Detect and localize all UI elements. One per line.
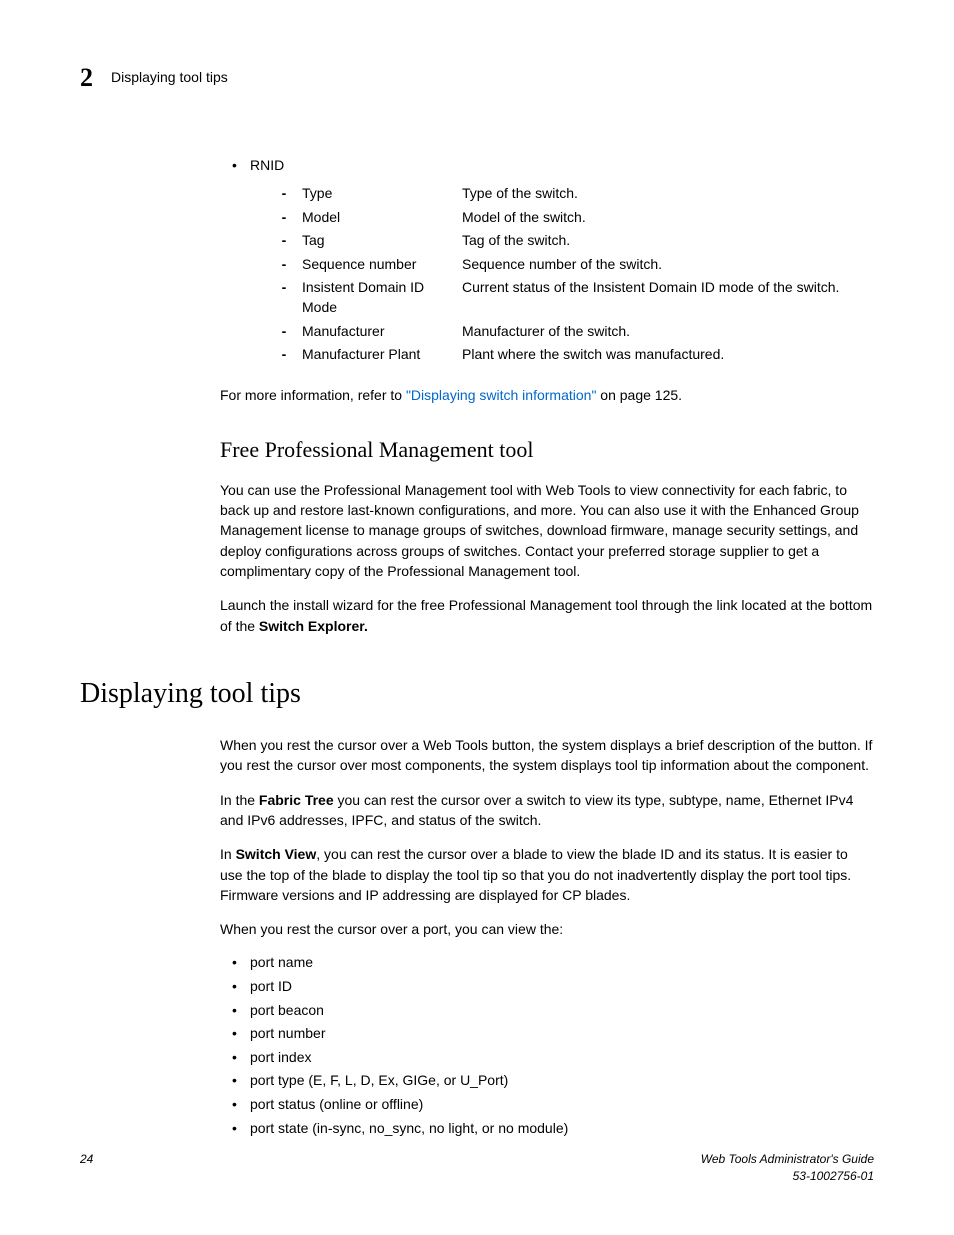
list-item: port index: [250, 1048, 874, 1068]
field-desc: Model of the switch.: [462, 208, 874, 228]
switch-explorer-label: Switch Explorer.: [259, 618, 368, 634]
field-desc: Tag of the switch.: [462, 231, 874, 251]
tips-p4: When you rest the cursor over a port, yo…: [220, 919, 874, 939]
dash-icon: -: [280, 231, 288, 251]
xref-paragraph: For more information, refer to "Displayi…: [220, 385, 874, 405]
list-item: port status (online or offline): [250, 1095, 874, 1115]
tips-p2-a: In the: [220, 792, 259, 808]
field-name: Insistent Domain ID Mode: [302, 278, 448, 317]
list-item: port type (E, F, L, D, Ex, GIGe, or U_Po…: [250, 1071, 874, 1091]
list-item: port ID: [250, 977, 874, 997]
field-name: Manufacturer Plant: [302, 345, 448, 365]
rnid-field: - Tag Tag of the switch.: [280, 231, 874, 251]
field-name: Model: [302, 208, 448, 228]
field-desc: Plant where the switch was manufactured.: [462, 345, 874, 365]
field-name: Type: [302, 184, 448, 204]
rnid-bullet: RNID: [250, 156, 874, 176]
dash-icon: -: [280, 322, 288, 342]
field-name: Sequence number: [302, 255, 448, 275]
page-number: 24: [80, 1151, 93, 1185]
dash-icon: -: [280, 255, 288, 275]
field-name: Manufacturer: [302, 322, 448, 342]
xref-pre: For more information, refer to: [220, 387, 406, 403]
chapter-number: 2: [80, 60, 93, 96]
field-name: Tag: [302, 231, 448, 251]
doc-title: Web Tools Administrator's Guide: [701, 1152, 874, 1166]
xref-link[interactable]: "Displaying switch information": [406, 387, 596, 403]
fabric-tree-label: Fabric Tree: [259, 792, 334, 808]
switch-view-label: Switch View: [236, 846, 317, 862]
rnid-field: - Insistent Domain ID Mode Current statu…: [280, 278, 874, 317]
tips-section-title: Displaying tool tips: [80, 674, 874, 713]
tips-p1: When you rest the cursor over a Web Tool…: [220, 735, 874, 776]
doc-number: 53-1002756-01: [793, 1169, 874, 1183]
list-item: port beacon: [250, 1001, 874, 1021]
page-footer: 24 Web Tools Administrator's Guide 53-10…: [80, 1151, 874, 1185]
rnid-field: - Manufacturer Plant Plant where the swi…: [280, 345, 874, 365]
field-desc: Sequence number of the switch.: [462, 255, 874, 275]
rnid-field: - Model Model of the switch.: [280, 208, 874, 228]
xref-post: on page 125.: [596, 387, 682, 403]
field-desc: Manufacturer of the switch.: [462, 322, 874, 342]
pm-section-title: Free Professional Management tool: [220, 435, 874, 466]
dash-icon: -: [280, 345, 288, 365]
dash-icon: -: [280, 278, 288, 298]
rnid-field: - Sequence number Sequence number of the…: [280, 255, 874, 275]
tips-p3-a: In: [220, 846, 236, 862]
list-item: port name: [250, 953, 874, 973]
rnid-field-list: - Type Type of the switch. - Model Model…: [280, 184, 874, 365]
port-info-list: port name port ID port beacon port numbe…: [250, 953, 874, 1138]
field-desc: Type of the switch.: [462, 184, 874, 204]
pm-p2: Launch the install wizard for the free P…: [220, 595, 874, 636]
pm-p1: You can use the Professional Management …: [220, 480, 874, 581]
rnid-field: - Manufacturer Manufacturer of the switc…: [280, 322, 874, 342]
field-desc: Current status of the Insistent Domain I…: [462, 278, 874, 298]
tips-p3: In Switch View, you can rest the cursor …: [220, 844, 874, 905]
dash-icon: -: [280, 184, 288, 204]
list-item: port state (in-sync, no_sync, no light, …: [250, 1119, 874, 1139]
running-title: Displaying tool tips: [111, 68, 228, 88]
footer-right: Web Tools Administrator's Guide 53-10027…: [701, 1151, 874, 1185]
rnid-field: - Type Type of the switch.: [280, 184, 874, 204]
dash-icon: -: [280, 208, 288, 228]
list-item: port number: [250, 1024, 874, 1044]
tips-p2: In the Fabric Tree you can rest the curs…: [220, 790, 874, 831]
page-header: 2 Displaying tool tips: [80, 60, 874, 96]
